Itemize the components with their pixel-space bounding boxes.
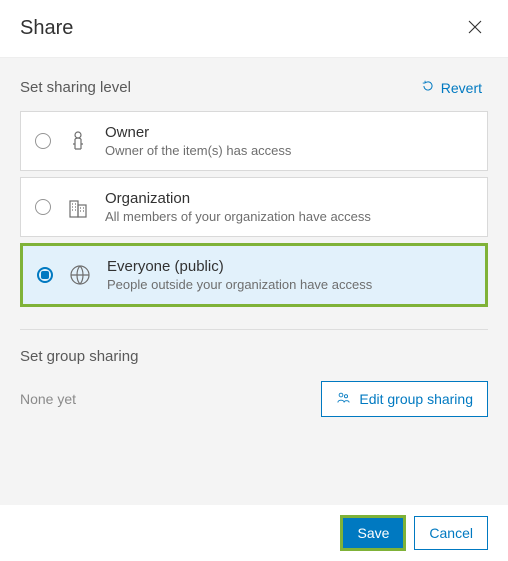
close-button[interactable]: [462, 14, 488, 43]
group-icon: [336, 390, 351, 408]
option-text: Everyone (public) People outside your or…: [107, 258, 471, 292]
group-sharing-title: Set group sharing: [20, 348, 488, 365]
group-sharing-row: None yet Edit group sharing: [20, 381, 488, 417]
option-desc: People outside your organization have ac…: [107, 277, 471, 292]
save-highlight: Save: [340, 515, 406, 551]
option-desc: All members of your organization have ac…: [105, 209, 473, 224]
option-text: Organization All members of your organiz…: [105, 190, 473, 224]
person-icon: [65, 128, 91, 154]
revert-button[interactable]: Revert: [415, 78, 488, 97]
option-title: Owner: [105, 124, 473, 141]
dialog-header: Share: [0, 0, 508, 57]
sharing-option-owner[interactable]: Owner Owner of the item(s) has access: [20, 111, 488, 171]
sharing-level-header: Set sharing level Revert: [20, 78, 488, 97]
group-sharing-empty: None yet: [20, 391, 76, 407]
radio-owner[interactable]: [35, 133, 51, 149]
radio-everyone[interactable]: [37, 267, 53, 283]
close-icon: [466, 24, 484, 39]
save-button[interactable]: Save: [343, 518, 403, 548]
option-desc: Owner of the item(s) has access: [105, 143, 473, 158]
dialog-footer: Save Cancel: [0, 505, 508, 561]
option-text: Owner Owner of the item(s) has access: [105, 124, 473, 158]
dialog-body: Set sharing level Revert Owner Owner of …: [0, 57, 508, 505]
sharing-option-organization[interactable]: Organization All members of your organiz…: [20, 177, 488, 237]
revert-label: Revert: [441, 80, 482, 96]
globe-icon: [67, 262, 93, 288]
sharing-option-everyone[interactable]: Everyone (public) People outside your or…: [20, 243, 488, 307]
dialog-title: Share: [20, 17, 73, 40]
building-icon: [65, 194, 91, 220]
edit-group-label: Edit group sharing: [359, 391, 473, 407]
sharing-level-title: Set sharing level: [20, 79, 131, 96]
cancel-button[interactable]: Cancel: [414, 516, 488, 550]
revert-icon: [421, 79, 435, 96]
radio-organization[interactable]: [35, 199, 51, 215]
edit-group-sharing-button[interactable]: Edit group sharing: [321, 381, 488, 417]
option-title: Everyone (public): [107, 258, 471, 275]
option-title: Organization: [105, 190, 473, 207]
divider: [20, 329, 488, 330]
